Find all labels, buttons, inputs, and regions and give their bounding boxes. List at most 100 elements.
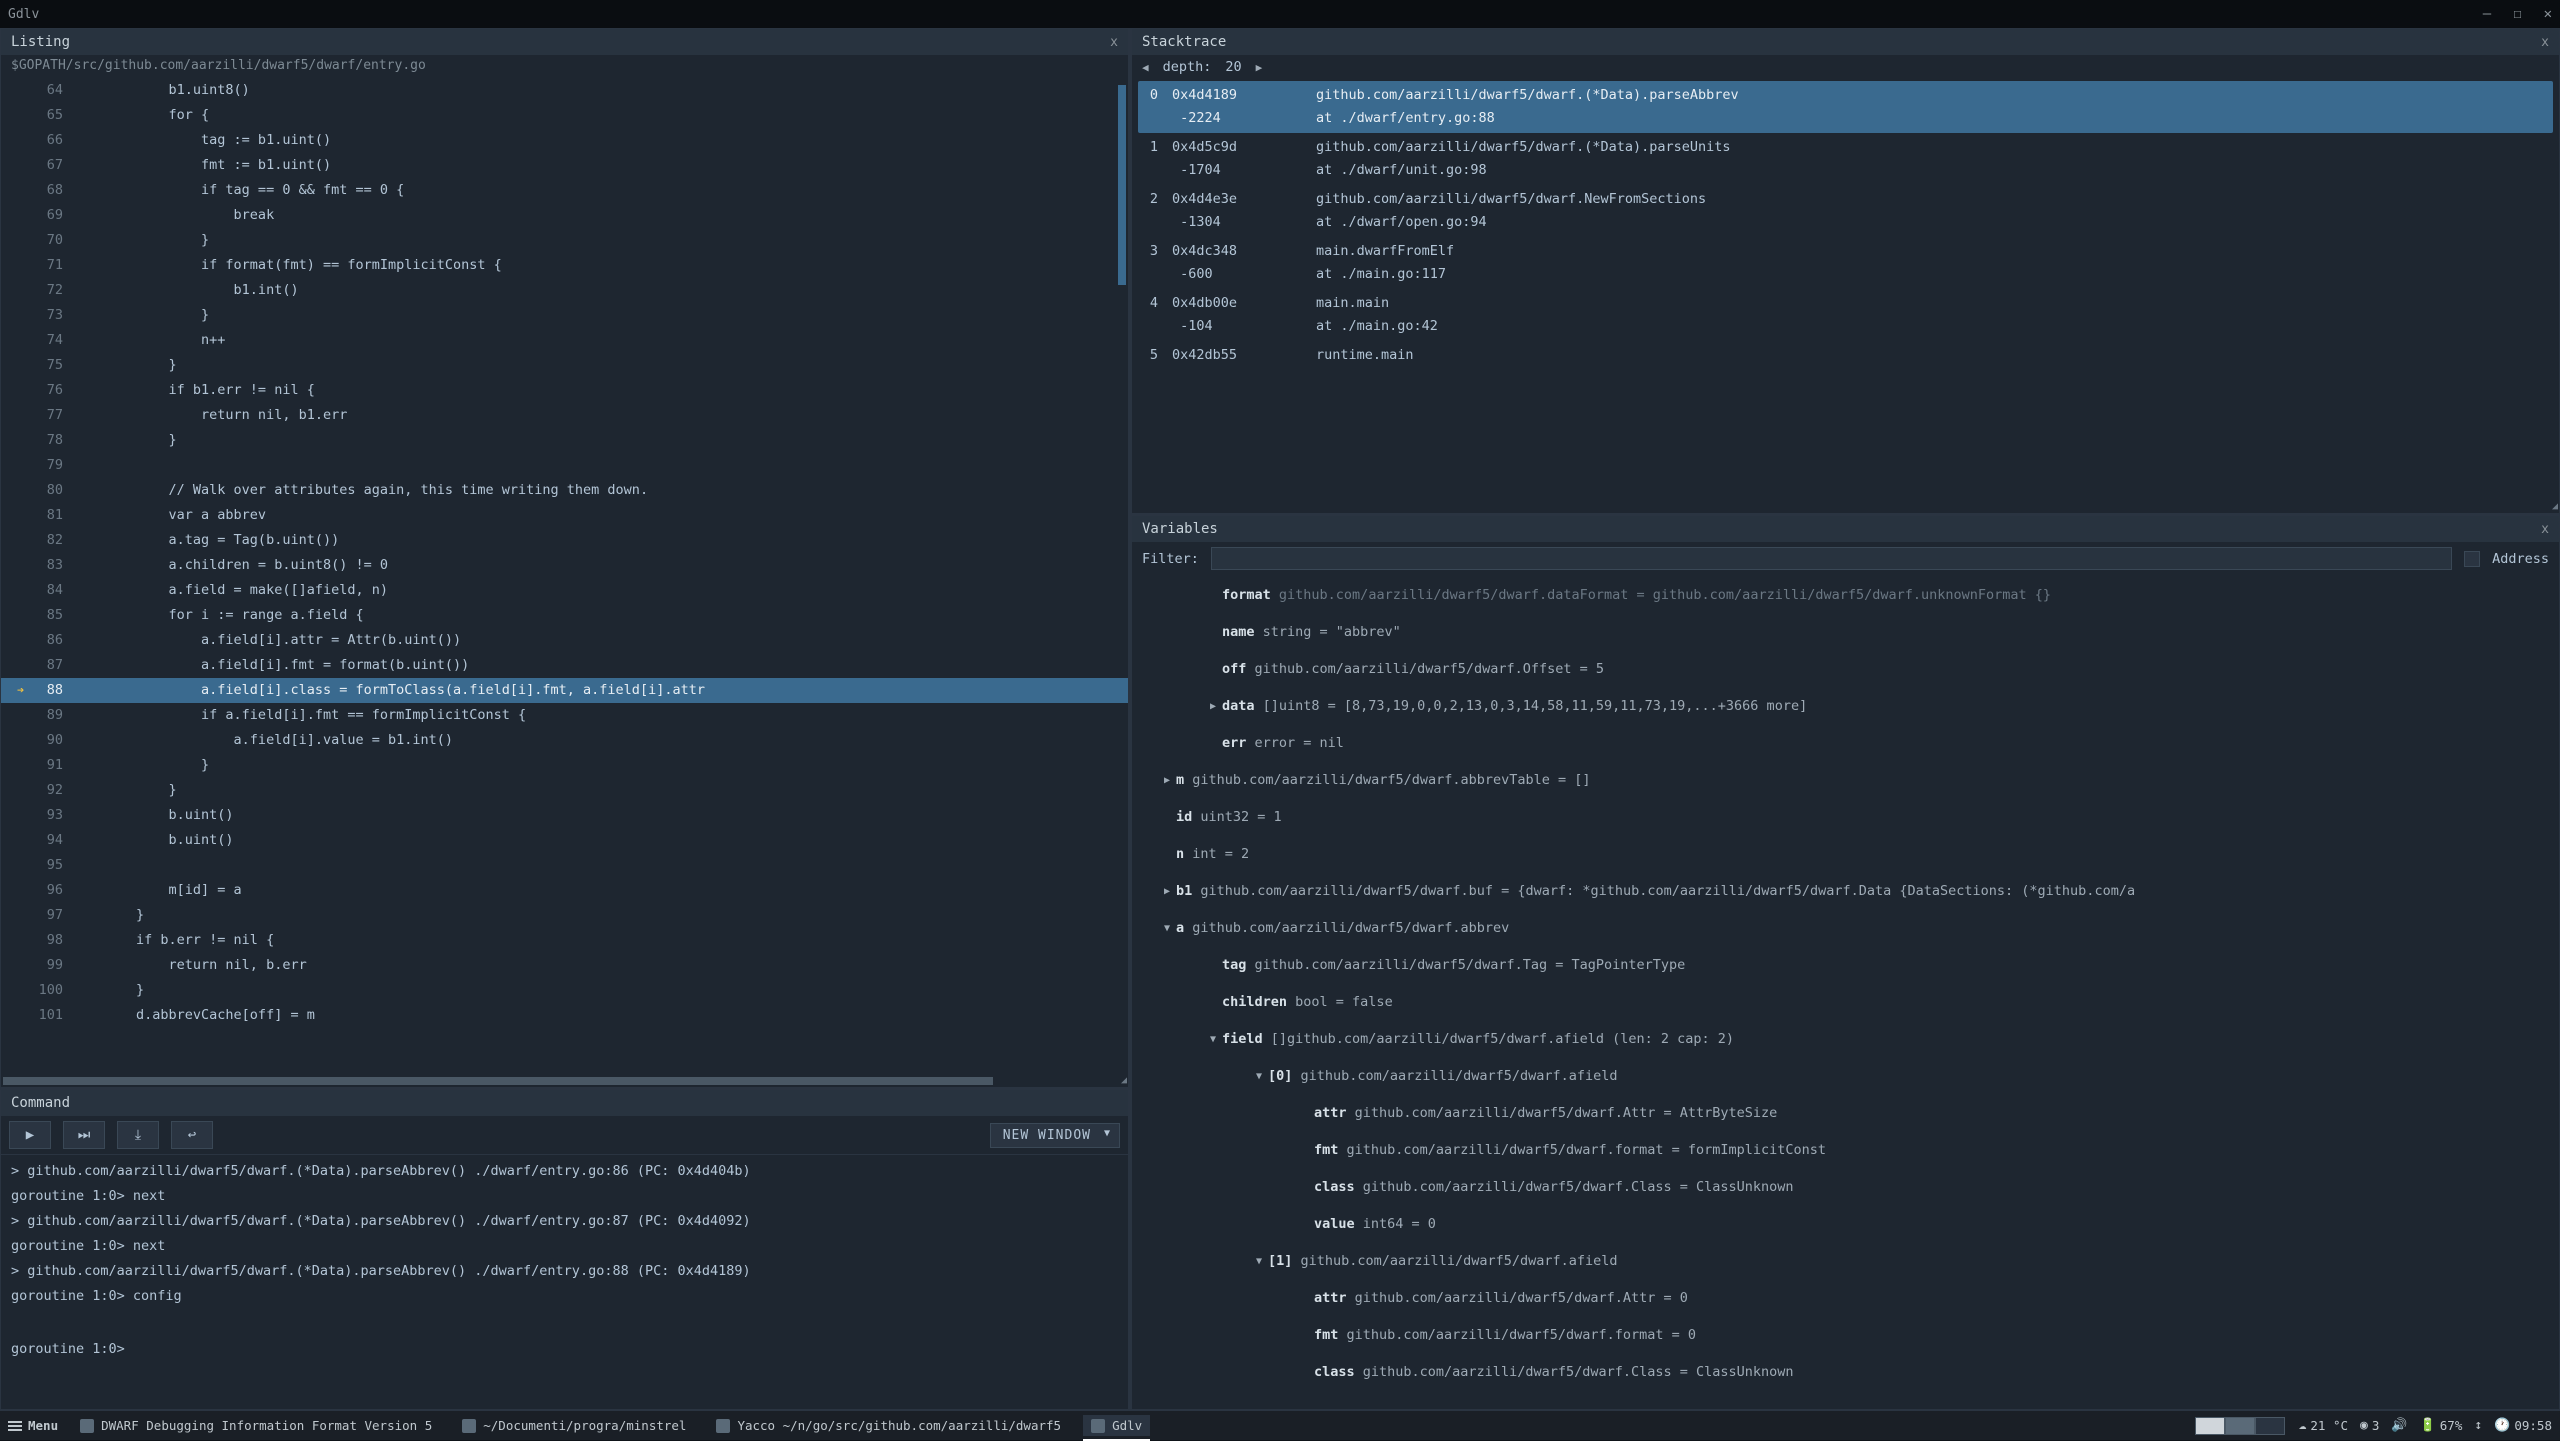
variable-row[interactable]: class github.com/aarzilli/dwarf5/dwarf.C… — [1138, 1169, 2553, 1206]
code-line[interactable]: 65 for { — [1, 103, 1128, 128]
depth-increase-icon[interactable]: ▶ — [1256, 61, 1263, 74]
variable-row[interactable]: off github.com/aarzilli/dwarf5/dwarf.Off… — [1138, 651, 2553, 688]
code-line[interactable]: 70 } — [1, 228, 1128, 253]
stack-frame[interactable]: 20x4d4e3e -1304github.com/aarzilli/dwarf… — [1138, 185, 2553, 237]
code-line[interactable]: 84 a.field = make([]afield, n) — [1, 578, 1128, 603]
variable-row[interactable]: tag github.com/aarzilli/dwarf5/dwarf.Tag… — [1138, 947, 2553, 984]
code-line[interactable]: 73 } — [1, 303, 1128, 328]
code-line[interactable]: 97 } — [1, 903, 1128, 928]
variable-row[interactable]: ▼[0] github.com/aarzilli/dwarf5/dwarf.af… — [1138, 1058, 2553, 1095]
variable-row[interactable]: children bool = false — [1138, 984, 2553, 1021]
stack-frame[interactable]: 00x4d4189 -2224github.com/aarzilli/dwarf… — [1138, 81, 2553, 133]
code-line[interactable]: 92 } — [1, 778, 1128, 803]
clock-widget[interactable]: 🕐 09:58 — [2494, 1418, 2552, 1433]
resize-corner-icon[interactable]: ◢ — [2545, 499, 2559, 513]
code-line[interactable]: 77 return nil, b1.err — [1, 403, 1128, 428]
code-line[interactable]: 71 if format(fmt) == formImplicitConst { — [1, 253, 1128, 278]
cpu-widget[interactable]: ◉ 3 — [2360, 1418, 2379, 1433]
variable-row[interactable]: ▼field []github.com/aarzilli/dwarf5/dwar… — [1138, 1021, 2553, 1058]
filter-input[interactable] — [1211, 547, 2452, 570]
variable-row[interactable]: id uint32 = 1 — [1138, 799, 2553, 836]
variable-row[interactable]: ▼[1] github.com/aarzilli/dwarf5/dwarf.af… — [1138, 1243, 2553, 1280]
new-window-dropdown[interactable]: NEW WINDOW — [990, 1123, 1120, 1148]
expand-toggle-icon[interactable]: ▼ — [1158, 910, 1176, 947]
taskbar-task[interactable]: Gdlv — [1083, 1415, 1150, 1436]
code-line[interactable]: 72 b1.int() — [1, 278, 1128, 303]
variable-row[interactable]: n int = 2 — [1138, 836, 2553, 873]
code-line[interactable]: 96 m[id] = a — [1, 878, 1128, 903]
variable-row[interactable]: ▶b1 github.com/aarzilli/dwarf5/dwarf.buf… — [1138, 873, 2553, 910]
code-line[interactable]: 101 d.abbrevCache[off] = m — [1, 1003, 1128, 1028]
expand-toggle-icon[interactable]: ▶ — [1158, 762, 1176, 799]
workspace-indicator[interactable] — [2195, 1417, 2285, 1435]
variable-row[interactable]: name string = "abbrev" — [1138, 614, 2553, 651]
taskbar-task[interactable]: Yacco ~/n/go/src/github.com/aarzilli/dwa… — [708, 1415, 1069, 1436]
code-line[interactable]: 74 n++ — [1, 328, 1128, 353]
code-line[interactable]: 95 — [1, 853, 1128, 878]
variable-row[interactable]: attr github.com/aarzilli/dwarf5/dwarf.At… — [1138, 1095, 2553, 1132]
continue-button[interactable]: ▶ — [9, 1121, 51, 1149]
code-line[interactable]: 67 fmt := b1.uint() — [1, 153, 1128, 178]
variable-row[interactable]: ▶m github.com/aarzilli/dwarf5/dwarf.abbr… — [1138, 762, 2553, 799]
code-line[interactable]: 68 if tag == 0 && fmt == 0 { — [1, 178, 1128, 203]
listing-scrollbar-horizontal[interactable] — [3, 1077, 993, 1085]
code-line[interactable]: 91 } — [1, 753, 1128, 778]
variable-row[interactable]: ▼a github.com/aarzilli/dwarf5/dwarf.abbr… — [1138, 910, 2553, 947]
code-line[interactable]: 100 } — [1, 978, 1128, 1003]
variable-row[interactable]: attr github.com/aarzilli/dwarf5/dwarf.At… — [1138, 1280, 2553, 1317]
code-line[interactable]: 66 tag := b1.uint() — [1, 128, 1128, 153]
code-line[interactable]: 78 } — [1, 428, 1128, 453]
code-line[interactable]: 85 for i := range a.field { — [1, 603, 1128, 628]
command-output[interactable]: > github.com/aarzilli/dwarf5/dwarf.(*Dat… — [1, 1155, 1128, 1313]
variable-row[interactable]: fmt github.com/aarzilli/dwarf5/dwarf.for… — [1138, 1132, 2553, 1169]
variable-row[interactable]: format github.com/aarzilli/dwarf5/dwarf.… — [1138, 577, 2553, 614]
code-line[interactable]: 89 if a.field[i].fmt == formImplicitCons… — [1, 703, 1128, 728]
code-line[interactable]: 83 a.children = b.uint8() != 0 — [1, 553, 1128, 578]
minimize-icon[interactable]: — — [2483, 6, 2491, 22]
resize-corner-icon[interactable]: ◢ — [1114, 1073, 1128, 1087]
code-line[interactable]: 93 b.uint() — [1, 803, 1128, 828]
stack-frame[interactable]: 40x4db00e -104main.mainat ./main.go:42 — [1138, 289, 2553, 341]
code-line[interactable]: 69 break — [1, 203, 1128, 228]
code-line[interactable]: 76 if b1.err != nil { — [1, 378, 1128, 403]
variable-row[interactable]: fmt github.com/aarzilli/dwarf5/dwarf.for… — [1138, 1317, 2553, 1354]
variable-row[interactable]: ▶data []uint8 = [8,73,19,0,0,2,13,0,3,14… — [1138, 688, 2553, 725]
variable-row[interactable]: value int64 = 0 — [1138, 1206, 2553, 1243]
stacktrace-close-icon[interactable]: x — [2541, 35, 2549, 50]
expand-toggle-icon[interactable]: ▶ — [1158, 873, 1176, 910]
menu-button[interactable]: Menu — [8, 1418, 58, 1433]
workspace-1[interactable] — [2195, 1417, 2225, 1435]
code-line[interactable]: 75 } — [1, 353, 1128, 378]
listing-scrollbar-vertical[interactable] — [1118, 85, 1126, 285]
depth-decrease-icon[interactable]: ◀ — [1142, 61, 1149, 74]
weather-widget[interactable]: ☁ 21 °C — [2299, 1418, 2348, 1433]
stack-frame[interactable]: 10x4d5c9d -1704github.com/aarzilli/dwarf… — [1138, 133, 2553, 185]
network-icon[interactable]: ↕ — [2474, 1418, 2482, 1433]
command-input[interactable] — [133, 1341, 1118, 1357]
code-line[interactable]: 99 return nil, b.err — [1, 953, 1128, 978]
taskbar-task[interactable]: ~/Documenti/progra/minstrel — [454, 1415, 694, 1436]
maximize-icon[interactable]: ☐ — [2513, 6, 2521, 22]
variable-row[interactable]: err error = nil — [1138, 725, 2553, 762]
listing-close-icon[interactable]: x — [1110, 35, 1118, 50]
volume-icon[interactable]: 🔊 — [2391, 1418, 2407, 1433]
taskbar-task[interactable]: DWARF Debugging Information Format Versi… — [72, 1415, 440, 1436]
code-line[interactable]: 87 a.field[i].fmt = format(b.uint()) — [1, 653, 1128, 678]
code-line[interactable]: 64 b1.uint8() — [1, 78, 1128, 103]
address-checkbox[interactable] — [2464, 551, 2480, 567]
code-line[interactable]: 79 — [1, 453, 1128, 478]
code-line[interactable]: 82 a.tag = Tag(b.uint()) — [1, 528, 1128, 553]
stack-frame[interactable]: 50x42db55runtime.main — [1138, 341, 2553, 370]
variable-tree[interactable]: format github.com/aarzilli/dwarf5/dwarf.… — [1132, 575, 2559, 1393]
listing-body[interactable]: $GOPATH/src/github.com/aarzilli/dwarf5/d… — [1, 55, 1128, 1087]
stack-frame[interactable]: 30x4dc348 -600main.dwarfFromElfat ./main… — [1138, 237, 2553, 289]
next-button[interactable]: ⏭ — [63, 1121, 105, 1149]
code-line[interactable]: 81 var a abbrev — [1, 503, 1128, 528]
code-line[interactable]: 80 // Walk over attributes again, this t… — [1, 478, 1128, 503]
code-line[interactable]: 86 a.field[i].attr = Attr(b.uint()) — [1, 628, 1128, 653]
code-area[interactable]: 64 b1.uint8()65 for {66 tag := b1.uint()… — [1, 76, 1128, 1030]
expand-toggle-icon[interactable]: ▶ — [1204, 688, 1222, 725]
code-line[interactable]: ➔88 a.field[i].class = formToClass(a.fie… — [1, 678, 1128, 703]
step-button[interactable]: ⤓ — [117, 1121, 159, 1149]
expand-toggle-icon[interactable]: ▼ — [1250, 1058, 1268, 1095]
